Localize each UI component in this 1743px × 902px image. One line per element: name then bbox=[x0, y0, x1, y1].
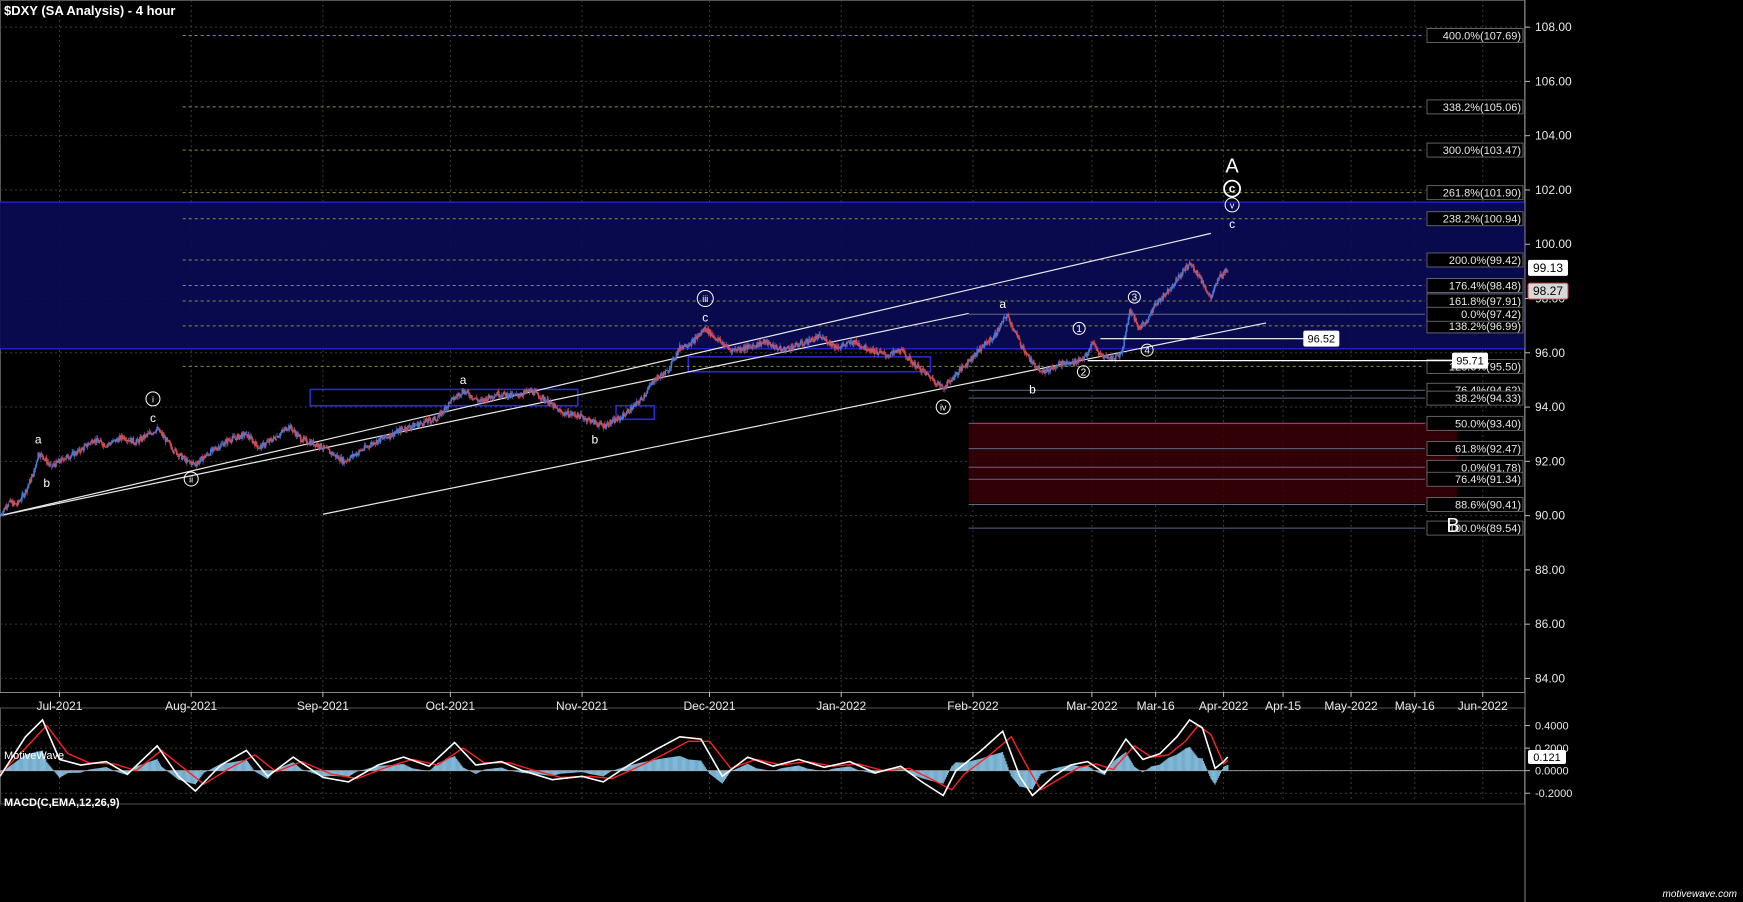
time-axis-label: May-16 bbox=[1395, 699, 1435, 713]
time-axis-label: Apr-15 bbox=[1265, 699, 1301, 713]
chart-window: 400.0%(107.69) 338.2%(105.06) 300.0%(103.4… bbox=[0, 0, 1743, 902]
macd-panel-frame bbox=[0, 707, 1525, 805]
price-axis-label: 94.00 bbox=[1535, 400, 1565, 414]
wave-label-major: A bbox=[1225, 156, 1239, 178]
wave-label: iii bbox=[702, 294, 708, 304]
price-axis-label: 90.00 bbox=[1535, 509, 1565, 523]
fib-label: 338.2%(105.06) bbox=[1443, 102, 1521, 114]
wave-label: 2 bbox=[1081, 367, 1087, 378]
fib-label: 400.0%(107.69) bbox=[1443, 31, 1521, 43]
price-axis-label: 96.00 bbox=[1535, 346, 1565, 360]
macd-axis-label: 0.4000 bbox=[1535, 721, 1569, 733]
time-axis-label: Apr-2022 bbox=[1199, 699, 1249, 713]
price-axis-label: 108.00 bbox=[1535, 20, 1572, 34]
fib-label: 88.6%(90.41) bbox=[1455, 499, 1521, 511]
target-zone-red bbox=[968, 421, 1458, 504]
fib-label: 61.8%(92.47) bbox=[1455, 444, 1521, 456]
fib-label: 76.4%(91.34) bbox=[1455, 474, 1521, 486]
fib-label: 38.2%(94.33) bbox=[1455, 393, 1521, 405]
wave-label: c bbox=[150, 411, 156, 425]
wave-label: v bbox=[1230, 200, 1235, 210]
macd-line bbox=[0, 718, 1229, 797]
price-axis-label: 88.00 bbox=[1535, 563, 1565, 577]
wave-label: c bbox=[702, 311, 708, 325]
time-axis-label: Feb-2022 bbox=[947, 699, 999, 713]
macd-panel: 0.40000.20000.0000-0.20000.121 bbox=[0, 718, 1572, 800]
fib-label: 176.4%(98.48) bbox=[1449, 280, 1521, 292]
price-marker: 98.27 bbox=[1533, 284, 1563, 298]
price-axis-label: 100.00 bbox=[1535, 237, 1572, 251]
wave-label: b bbox=[1029, 382, 1036, 396]
wave-label: 4 bbox=[1144, 346, 1150, 357]
fib-label: 0.0%(97.42) bbox=[1461, 309, 1521, 321]
time-axis-label: Dec-2021 bbox=[684, 699, 736, 713]
wave-label: iv bbox=[940, 403, 947, 413]
support-label: 96.52 bbox=[1308, 334, 1336, 346]
time-axis-label: Jan-2022 bbox=[816, 699, 866, 713]
macd-axis-label: -0.2000 bbox=[1535, 788, 1572, 800]
wave-label: b bbox=[43, 476, 50, 490]
wave-label: a bbox=[460, 373, 467, 387]
macd-axis-label: 0.0000 bbox=[1535, 766, 1569, 778]
wave-label: c bbox=[1229, 217, 1235, 231]
site-watermark: motivewave.com bbox=[1662, 889, 1737, 900]
wave-label: 3 bbox=[1132, 293, 1138, 304]
wave-label-major: B bbox=[1446, 515, 1459, 537]
fib-label: 300.0%(103.47) bbox=[1443, 145, 1521, 157]
wave-label: i bbox=[152, 394, 154, 404]
price-axis-label: 84.00 bbox=[1535, 671, 1565, 685]
time-axis-label: Mar-16 bbox=[1137, 699, 1175, 713]
price-axis-label: 92.00 bbox=[1535, 454, 1565, 468]
price-axis-label: 104.00 bbox=[1535, 129, 1572, 143]
time-axis-label: Jul-2021 bbox=[36, 699, 82, 713]
support-label: 95.71 bbox=[1456, 356, 1484, 368]
time-axis-label: Oct-2021 bbox=[426, 699, 476, 713]
price-axis-label: 102.00 bbox=[1535, 183, 1572, 197]
wave-label: a bbox=[999, 297, 1006, 311]
price-marker: 99.13 bbox=[1533, 261, 1563, 275]
wave-label: a bbox=[35, 433, 42, 447]
time-axis-label: Aug-2021 bbox=[165, 699, 217, 713]
time-axis-label: Nov-2021 bbox=[556, 699, 608, 713]
macd-title: MACD(C,EMA,12,26,9) bbox=[4, 797, 120, 809]
target-zone-blue bbox=[0, 202, 1525, 349]
fib-label: 261.8%(101.90) bbox=[1443, 188, 1521, 200]
price-chart[interactable]: 400.0%(107.69) 338.2%(105.06) 300.0%(103.4… bbox=[0, 0, 1743, 902]
wave-label: b bbox=[591, 433, 598, 447]
time-axis-label: Sep-2021 bbox=[297, 699, 349, 713]
wave-label: c bbox=[1229, 182, 1236, 196]
time-axis-label: Jun-2022 bbox=[1458, 699, 1508, 713]
brand-label: MotiveWave bbox=[4, 750, 65, 762]
wave-label: 1 bbox=[1076, 324, 1082, 335]
price-axis-label: 86.00 bbox=[1535, 617, 1565, 631]
fib-label: 200.0%(99.42) bbox=[1449, 255, 1521, 267]
price-axis-label: 106.00 bbox=[1535, 74, 1572, 88]
macd-current-value: 0.121 bbox=[1533, 752, 1561, 764]
fib-label: 50.0%(93.40) bbox=[1455, 418, 1521, 430]
time-axis-label: May-2022 bbox=[1324, 699, 1378, 713]
time-axis-label: Mar-2022 bbox=[1066, 699, 1118, 713]
fib-label: 238.2%(100.94) bbox=[1443, 214, 1521, 226]
fib-label: 138.2%(96.99) bbox=[1449, 321, 1521, 333]
wave-label: ii bbox=[189, 474, 193, 484]
grid bbox=[0, 0, 1525, 805]
fib-label: 161.8%(97.91) bbox=[1449, 296, 1521, 308]
chart-title: $DXY (SA Analysis) - 4 hour bbox=[4, 3, 176, 18]
